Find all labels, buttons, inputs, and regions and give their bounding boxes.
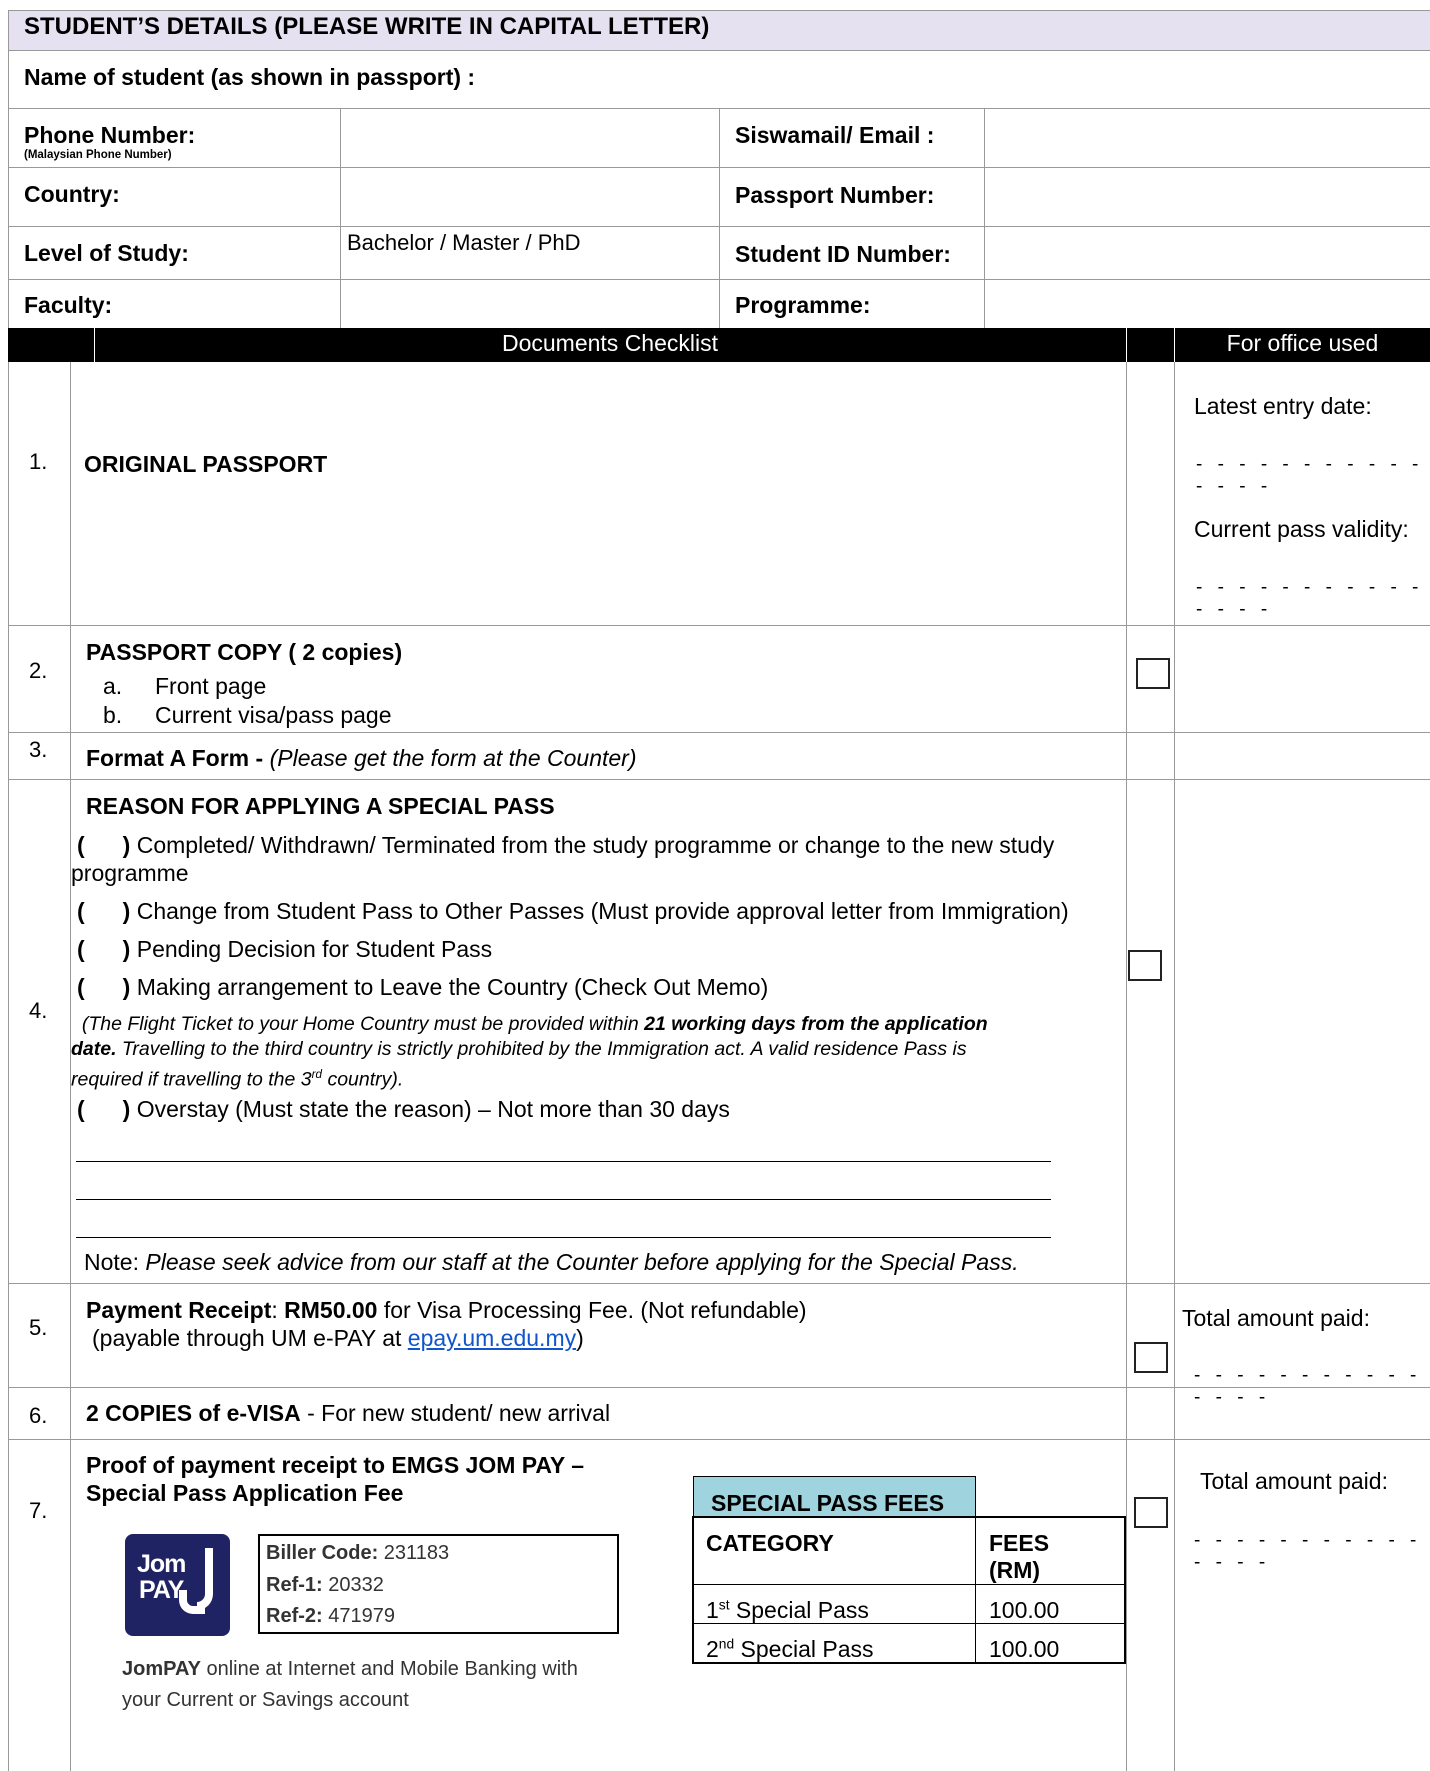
item-title: REASON FOR APPLYING A SPECIAL PASS bbox=[86, 793, 555, 819]
student-id-label: Student ID Number: bbox=[735, 241, 951, 267]
item-number: 4. bbox=[29, 998, 48, 1023]
checklist-header: Documents Checklist bbox=[501, 330, 719, 356]
fees-col-fees: FEES bbox=[989, 1530, 1050, 1556]
jompay-note: JomPAY online at Internet and Mobile Ban… bbox=[122, 1658, 578, 1680]
item-number: 7. bbox=[29, 1498, 48, 1523]
email-field[interactable] bbox=[985, 110, 1430, 167]
office-total-dots[interactable]: - - - - - - - - - - - - - - - bbox=[1194, 1365, 1430, 1409]
fees-row-value: 100.00 bbox=[989, 1597, 1060, 1623]
email-label: Siswamail/ Email : bbox=[735, 122, 935, 148]
fees-row-category: 2nd Special Pass bbox=[706, 1636, 874, 1662]
passport-number-field[interactable] bbox=[985, 168, 1430, 225]
checkbox-item-2[interactable] bbox=[1136, 658, 1170, 689]
sub-item-letter: a. bbox=[103, 673, 123, 699]
reason-text: Overstay (Must state the reason) – Not m… bbox=[136, 1096, 730, 1122]
phone-label: Phone Number: bbox=[24, 122, 196, 148]
level-of-study-label: Level of Study: bbox=[24, 240, 189, 266]
country-field[interactable] bbox=[341, 168, 719, 225]
item-title: Proof of payment receipt to EMGS JOM PAY… bbox=[86, 1452, 585, 1478]
biller-code: Biller Code: 231183 bbox=[266, 1542, 450, 1564]
reason-text: Completed/ Withdrawn/ Terminated from th… bbox=[136, 832, 1055, 858]
item-3-line: Format A Form - (Please get the form at … bbox=[86, 745, 637, 772]
item-number: 3. bbox=[29, 737, 48, 762]
payment-receipt-line: Payment Receipt: RM50.00 for Visa Proces… bbox=[86, 1297, 807, 1323]
overstay-reason-line[interactable] bbox=[76, 1199, 1051, 1200]
phone-field[interactable] bbox=[341, 110, 719, 167]
reason-text: Pending Decision for Student Pass bbox=[136, 936, 493, 962]
fees-title: SPECIAL PASS FEES bbox=[711, 1490, 945, 1516]
checkbox-item-7[interactable] bbox=[1134, 1497, 1168, 1528]
sub-item-letter: b. bbox=[103, 702, 123, 728]
biller-info-box: Biller Code: 231183 Ref-1: 20332 Ref-2: … bbox=[258, 1534, 619, 1634]
reason-option-overstay[interactable]: () Overstay (Must state the reason) – No… bbox=[77, 1096, 730, 1123]
item-title: Format A Form - bbox=[86, 745, 270, 771]
programme-field[interactable] bbox=[985, 280, 1430, 328]
faculty-field[interactable] bbox=[341, 280, 719, 328]
payment-instructions: (payable through UM e-PAY at epay.um.edu… bbox=[92, 1325, 584, 1351]
flight-ticket-note: (The Flight Ticket to your Home Country … bbox=[71, 1013, 988, 1091]
sub-item-front-page: Front page bbox=[155, 673, 267, 699]
fees-col-fees-unit: (RM) bbox=[989, 1557, 1041, 1583]
evisa-line: 2 COPIES of e-VISA - For new student/ ne… bbox=[86, 1400, 611, 1426]
student-name-label: Name of student (as shown in passport) : bbox=[24, 64, 476, 90]
passport-number-label: Passport Number: bbox=[735, 182, 935, 208]
item-title: Payment Receipt bbox=[86, 1297, 272, 1323]
item-number: 5. bbox=[29, 1315, 48, 1340]
level-of-study-value[interactable]: Bachelor / Master / PhD bbox=[347, 230, 581, 256]
reason-option-completed[interactable]: () Completed/ Withdrawn/ Terminated from… bbox=[77, 832, 1054, 859]
student-id-field[interactable] bbox=[985, 227, 1430, 279]
office-validity-dots[interactable]: - - - - - - - - - - - - - - - bbox=[1196, 577, 1430, 621]
reason-option-pending[interactable]: () Pending Decision for Student Pass bbox=[77, 936, 492, 963]
checkbox-item-4[interactable] bbox=[1128, 950, 1162, 981]
phone-note: (Malaysian Phone Number) bbox=[24, 149, 172, 161]
item-number: 2. bbox=[29, 658, 48, 683]
reason-text-continued: programme bbox=[71, 860, 189, 886]
overstay-reason-line[interactable] bbox=[76, 1161, 1051, 1162]
checkbox-item-5[interactable] bbox=[1134, 1342, 1168, 1373]
reason-option-leave-country[interactable]: () Making arrangement to Leave the Count… bbox=[77, 974, 768, 1001]
section-header: STUDENT’S DETAILS (PLEASE WRITE IN CAPIT… bbox=[24, 13, 710, 40]
jompay-logo: Jom PAY bbox=[125, 1534, 230, 1636]
item-title: ORIGINAL PASSPORT bbox=[84, 451, 328, 477]
office-entry-dots[interactable]: - - - - - - - - - - - - - - - bbox=[1196, 454, 1430, 498]
epay-link[interactable]: epay.um.edu.my bbox=[408, 1325, 576, 1351]
item-title: PASSPORT COPY ( 2 copies) bbox=[86, 639, 403, 665]
office-header: For office used bbox=[1226, 330, 1379, 356]
fees-row-category: 1st Special Pass bbox=[706, 1597, 869, 1623]
item-number: 1. bbox=[29, 449, 48, 474]
ref-2: Ref-2: 471979 bbox=[266, 1605, 395, 1627]
sub-item-visa-page: Current visa/pass page bbox=[155, 702, 392, 728]
reason-option-change-pass[interactable]: () Change from Student Pass to Other Pas… bbox=[77, 898, 1069, 925]
item-title: 2 COPIES of e-VISA bbox=[86, 1400, 301, 1426]
office-pass-validity-label: Current pass validity: bbox=[1194, 516, 1409, 542]
jompay-note-line-2: your Current or Savings account bbox=[122, 1689, 409, 1711]
programme-label: Programme: bbox=[735, 292, 871, 318]
office-latest-entry-label: Latest entry date: bbox=[1194, 393, 1372, 419]
item-4-note: Note: Please seek advice from our staff … bbox=[84, 1249, 1019, 1275]
office-total-paid-label: Total amount paid: bbox=[1182, 1305, 1370, 1331]
fees-row-value: 100.00 bbox=[989, 1636, 1060, 1662]
item-3-note: (Please get the form at the Counter) bbox=[269, 745, 637, 771]
office-total-paid-label: Total amount paid: bbox=[1200, 1468, 1388, 1494]
faculty-label: Faculty: bbox=[24, 292, 113, 318]
fees-col-category: CATEGORY bbox=[706, 1530, 834, 1556]
reason-text: Making arrangement to Leave the Country … bbox=[136, 974, 769, 1000]
ref-1: Ref-1: 20332 bbox=[266, 1574, 384, 1596]
reason-text: Change from Student Pass to Other Passes… bbox=[136, 898, 1069, 924]
student-name-field[interactable] bbox=[500, 52, 1430, 107]
item-title-line-2: Special Pass Application Fee bbox=[86, 1480, 404, 1506]
overstay-reason-line[interactable] bbox=[76, 1237, 1051, 1238]
office-total-dots[interactable]: - - - - - - - - - - - - - - - bbox=[1194, 1530, 1430, 1574]
country-label: Country: bbox=[24, 181, 120, 207]
item-number: 6. bbox=[29, 1403, 48, 1428]
